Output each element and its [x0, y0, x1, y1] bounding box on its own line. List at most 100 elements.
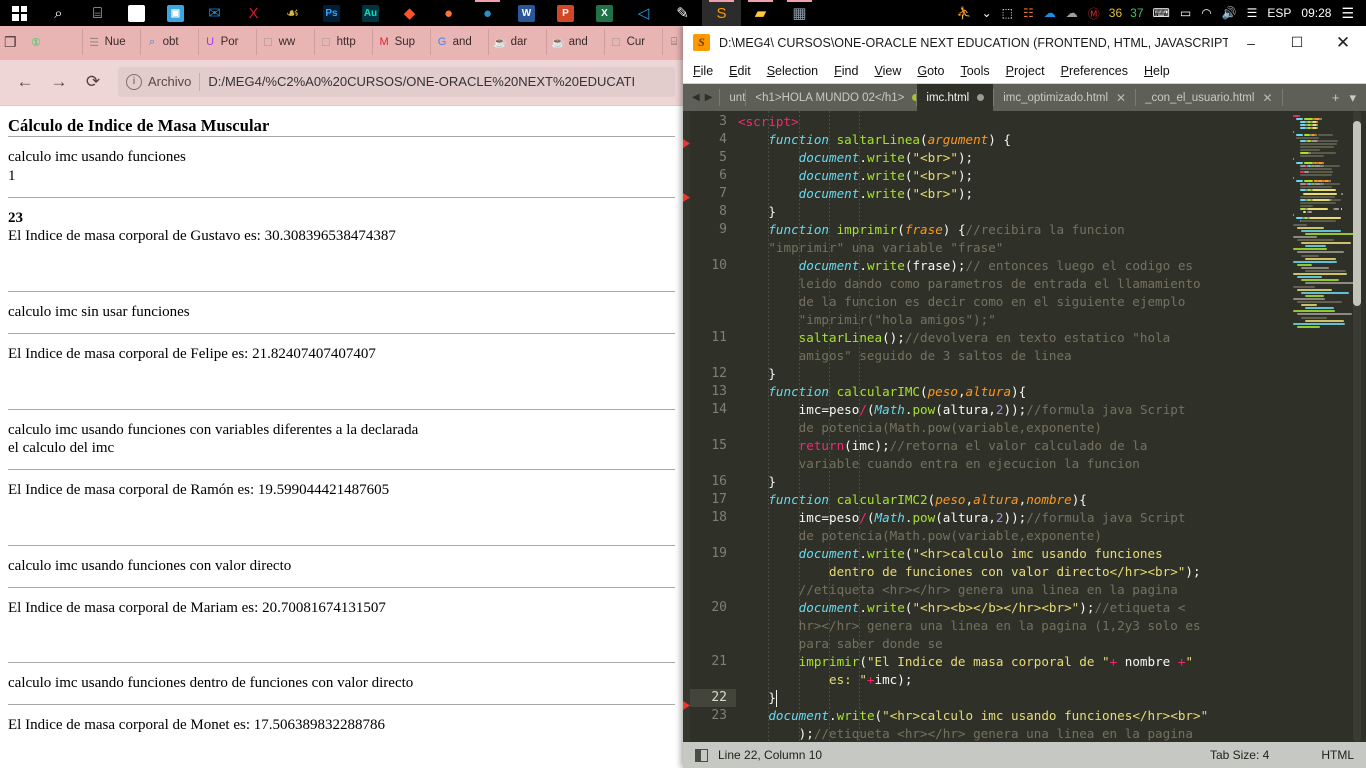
- people-contacts-icon[interactable]: ▣: [156, 0, 195, 26]
- mail-icon[interactable]: ✉: [195, 0, 234, 26]
- keyboard-layout-icon[interactable]: ⌨: [1148, 0, 1175, 26]
- tab-nav-arrows[interactable]: ◀ ▶: [683, 84, 719, 111]
- site-info-icon[interactable]: i: [126, 73, 142, 90]
- vscode-icon[interactable]: ◁: [624, 0, 663, 26]
- menu-preferences[interactable]: Preferences: [1061, 64, 1128, 78]
- editor-tab[interactable]: unt: [720, 84, 745, 111]
- browser-tab[interactable]: ☕ dar: [489, 29, 547, 55]
- menu-edit[interactable]: Edit: [729, 64, 751, 78]
- code-token: "<br>": [912, 150, 958, 165]
- code-token: (: [866, 510, 875, 525]
- minimap[interactable]: [1290, 111, 1366, 742]
- tab-list-icon[interactable]: ❐: [4, 34, 17, 51]
- brave-browser-icon: ◆: [403, 4, 416, 22]
- search-icon[interactable]: ⌕: [39, 0, 78, 26]
- tab-dot-icon[interactable]: [977, 94, 985, 101]
- network-icon[interactable]: ☰: [1242, 0, 1263, 26]
- editor-tab[interactable]: <h1>HOLA MUNDO 02</h1>: [746, 84, 917, 111]
- show-hidden-icons-chevron[interactable]: ⌄: [977, 0, 997, 26]
- firefox-icon[interactable]: ●: [429, 0, 468, 26]
- tab-size-label[interactable]: Tab Size: 4: [1210, 748, 1269, 762]
- editor-tab[interactable]: imc.html: [917, 84, 994, 111]
- menu-file[interactable]: File: [693, 64, 713, 78]
- forward-icon[interactable]: →: [42, 65, 76, 99]
- x-app-icon[interactable]: X: [234, 0, 273, 26]
- maximize-button[interactable]: ☐: [1274, 26, 1320, 59]
- browser-tab[interactable]: ⌸: [663, 29, 683, 55]
- minimap-line: [1293, 115, 1299, 117]
- browser-tab[interactable]: ☐ http: [315, 29, 373, 55]
- browser-tab[interactable]: ☐ Cur: [605, 29, 663, 55]
- action-center-icon[interactable]: ☰: [1336, 0, 1366, 26]
- task-view-icon[interactable]: ⌸: [78, 0, 117, 26]
- brave-browser-icon[interactable]: ◆: [390, 0, 429, 26]
- clock[interactable]: 09:28: [1296, 0, 1336, 26]
- calculator-icon[interactable]: ▦: [780, 0, 819, 26]
- line-number: 23: [711, 708, 727, 723]
- tab-prev-icon[interactable]: ◀: [692, 92, 700, 103]
- editor-tab[interactable]: imc_optimizado.html ✕: [994, 84, 1135, 111]
- syntax-label[interactable]: HTML: [1321, 748, 1354, 762]
- language-indicator[interactable]: ESP: [1262, 0, 1296, 26]
- onedrive-cloud-icon[interactable]: ☁: [1039, 0, 1061, 26]
- photoshop-icon[interactable]: Ps: [312, 0, 351, 26]
- tab-next-icon[interactable]: ▶: [705, 92, 713, 103]
- barcode-icon: ⌸: [670, 35, 678, 48]
- reload-icon[interactable]: ⟳: [76, 65, 110, 99]
- close-tab-icon[interactable]: ✕: [1262, 91, 1272, 105]
- menu-selection[interactable]: Selection: [767, 64, 818, 78]
- onedrive-error-icon[interactable]: ☁: [1061, 0, 1083, 26]
- microsoft-store-icon[interactable]: ▤: [117, 0, 156, 26]
- unsaved-dot-icon[interactable]: [912, 94, 917, 101]
- microsoft-edge-icon[interactable]: ●: [468, 0, 507, 26]
- minimap-line: [1301, 316, 1327, 319]
- browser-tab[interactable]: ①: [25, 29, 83, 55]
- menu-goto[interactable]: Goto: [917, 64, 944, 78]
- powerpoint-icon[interactable]: P: [546, 0, 585, 26]
- close-tab-icon[interactable]: ✕: [1116, 91, 1126, 105]
- windows-start-button[interactable]: [0, 0, 39, 26]
- sublime-text-icon[interactable]: S: [702, 0, 741, 26]
- mega-sync-icon[interactable]: Ⓜ: [1083, 0, 1105, 26]
- minimap-scrollbar-thumb[interactable]: [1353, 121, 1361, 306]
- wifi-icon[interactable]: ◠: [1196, 0, 1216, 26]
- browser-tab[interactable]: ☰ Nue: [83, 29, 141, 55]
- browser-tab[interactable]: ⌕ obt: [141, 29, 199, 55]
- browser-tab[interactable]: ☐ ww: [257, 29, 315, 55]
- battery-icon[interactable]: ▭: [1175, 0, 1196, 26]
- audition-icon[interactable]: Au: [351, 0, 390, 26]
- menu-help[interactable]: Help: [1144, 64, 1170, 78]
- file-explorer-icon[interactable]: ▰: [741, 0, 780, 26]
- tab-overflow-chevron-icon[interactable]: ▾: [1349, 90, 1356, 106]
- menu-tools[interactable]: Tools: [960, 64, 989, 78]
- sidebar-toggle-icon[interactable]: [695, 748, 708, 762]
- browser-tab[interactable]: Gand: [431, 29, 489, 55]
- people-share-icon[interactable]: ⛹: [952, 0, 977, 26]
- menu-view[interactable]: View: [874, 64, 901, 78]
- notification-badge-icon[interactable]: ☷: [1018, 0, 1039, 26]
- new-tab-button[interactable]: +: [1332, 90, 1340, 105]
- address-bar[interactable]: i Archivo D:/MEG4/%C2%A0%20CURSOS/ONE-OR…: [118, 66, 675, 97]
- word-icon[interactable]: W: [507, 0, 546, 26]
- close-button[interactable]: ✕: [1320, 26, 1366, 59]
- editor-tab[interactable]: _con_el_usuario.html ✕: [1136, 84, 1281, 111]
- back-icon[interactable]: ←: [8, 65, 42, 99]
- browser-tab[interactable]: ☕ and: [547, 29, 605, 55]
- menu-find[interactable]: Find: [834, 64, 858, 78]
- volume-icon[interactable]: 🔊: [1217, 0, 1242, 26]
- code-editor-area[interactable]: <script> function saltarLinea(argument) …: [736, 111, 1290, 742]
- line-number: 17: [711, 492, 727, 507]
- minimize-button[interactable]: –: [1228, 26, 1274, 59]
- excel-icon[interactable]: X: [585, 0, 624, 26]
- browser-tab[interactable]: U Por: [199, 29, 257, 55]
- onedrive-alert-icon[interactable]: ⬚: [997, 0, 1018, 26]
- notepad-icon[interactable]: ✎: [663, 0, 702, 26]
- filmreel-icon[interactable]: ☙: [273, 0, 312, 26]
- code-token: function: [768, 222, 837, 237]
- browser-tab[interactable]: M Sup: [373, 29, 431, 55]
- menu-project[interactable]: Project: [1006, 64, 1045, 78]
